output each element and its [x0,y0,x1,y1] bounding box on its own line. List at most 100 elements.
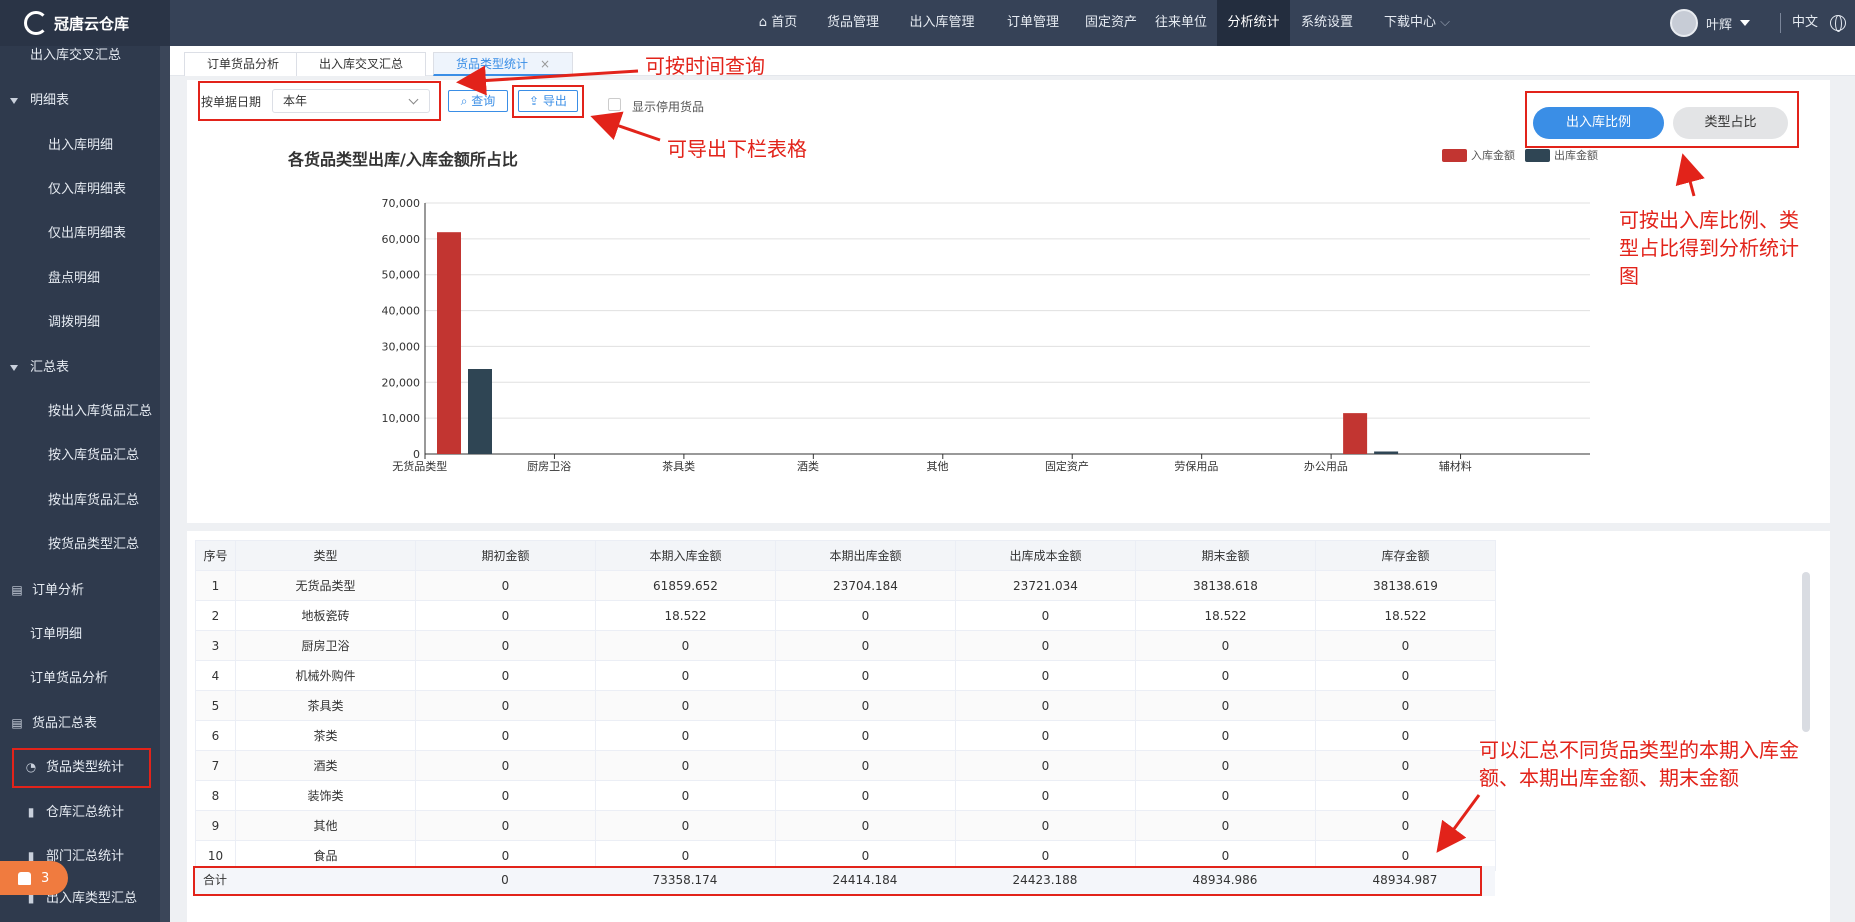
sidebar-item-13[interactable]: 订单明细 [0,617,160,653]
table-row[interactable]: 8 装饰类 0 0 0 0 0 0 [195,780,1496,811]
sidebar-item-17[interactable]: ▮ 仓库汇总统计 [0,794,160,830]
column-header[interactable]: 期末金额 [1135,540,1316,571]
table-cell: 0 [1135,720,1316,751]
caret-down-icon [10,364,18,371]
table-cell: 6 [195,720,236,751]
table-cell: 18.522 [1315,600,1496,631]
table-row[interactable]: 5 茶具类 0 0 0 0 0 0 [195,690,1496,721]
nav-item-1[interactable]: 货品管理 [818,0,888,46]
table-row[interactable]: 1 无货品类型 0 61859.652 23704.184 23721.034 38138.… [195,570,1496,601]
language-switch[interactable]: 中文 [1792,0,1818,46]
column-header[interactable]: 本期入库金额 [595,540,776,571]
table-cell: 0 [775,660,956,691]
table-cell: 0 [415,810,596,841]
annotation-box-active-menu [12,748,151,788]
sidebar-item-1[interactable]: 明细表 [0,83,160,119]
sidebar-item-3[interactable]: 仅入库明细表 [0,172,160,208]
sidebar-scrollbar[interactable] [160,46,170,922]
column-header[interactable]: 本期出库金额 [775,540,956,571]
show-disabled-label: 显示停用货品 [632,100,705,114]
x-tick-label: 酒类 [797,459,819,473]
legend-item-outbound[interactable]: 出库金额 [1525,147,1598,163]
sidebar-item-5[interactable]: 盘点明细 [0,261,160,297]
notification-count: 3 [41,870,50,886]
app-title: 冠唐云仓库 [54,14,130,33]
table-cell: 机械外购件 [235,660,416,691]
table-cell: 其他 [235,810,416,841]
user-menu[interactable]: 叶辉 [1670,0,1751,46]
x-tick-label: 固定资产 [1045,459,1089,473]
sidebar-item-0[interactable]: 出入库交叉汇总 [0,38,160,74]
nav-item-7[interactable]: 系统设置 [1292,0,1362,46]
table-cell: 0 [415,570,596,601]
y-tick-label: 50,000 [382,269,421,282]
show-disabled-checkbox[interactable] [608,98,621,111]
table-cell: 0 [955,750,1136,781]
nav-item-8[interactable]: 下载中心 ⌵ [1377,0,1457,46]
table-cell: 0 [775,690,956,721]
table-scrollbar[interactable] [1802,572,1810,732]
table-cell: 酒类 [235,750,416,781]
nav-item-5[interactable]: 往来单位 [1150,0,1212,46]
table-row[interactable]: 2 地板瓷砖 0 18.522 0 0 18.522 18.522 [195,600,1496,631]
nav-divider [1780,13,1781,33]
tab-order-goods-analysis[interactable]: 订单货品分析 [184,52,303,76]
document-icon: ▤ [11,716,23,730]
chart-legend[interactable]: 入库金额 出库金额 [1442,147,1608,163]
column-header[interactable]: 出库成本金额 [955,540,1136,571]
annotation-box-export [512,85,584,118]
table-cell: 4 [195,660,236,691]
sidebar-item-10[interactable]: 按出库货品汇总 [0,483,160,519]
sidebar-item-11[interactable]: 按货品类型汇总 [0,527,160,563]
nav-item-3[interactable]: 订单管理 [997,0,1069,46]
table-row[interactable]: 3 厨房卫浴 0 0 0 0 0 0 [195,630,1496,661]
sidebar-item-2[interactable]: 出入库明细 [0,128,160,164]
table-row[interactable]: 6 茶类 0 0 0 0 0 0 [195,720,1496,751]
table-cell: 38138.619 [1315,570,1496,601]
table-row[interactable]: 4 机械外购件 0 0 0 0 0 0 [195,660,1496,691]
column-header[interactable]: 序号 [195,540,236,571]
sidebar-item-7[interactable]: 汇总表 [0,350,160,386]
query-button[interactable]: ⌕ 查询 [448,90,508,112]
chart-title: 各货品类型出库/入库金额所占比 [288,150,518,169]
sidebar-item-9[interactable]: 按入库货品汇总 [0,438,160,474]
notification-badge[interactable]: 3 [0,861,68,895]
sidebar-item-12[interactable]: ▤ 订单分析 [0,572,160,608]
table-cell: 0 [1135,660,1316,691]
table-row[interactable]: 7 酒类 0 0 0 0 0 0 [195,750,1496,781]
tab-io-cross-summary[interactable]: 出入库交叉汇总 [296,52,427,76]
x-tick-label: 无货品类型 [392,459,447,473]
column-header[interactable]: 库存金额 [1315,540,1496,571]
sidebar-item-8[interactable]: 按出入库货品汇总 [0,394,160,430]
annotation-box-total [193,866,1482,896]
table-cell: 0 [1135,630,1316,661]
table-cell: 0 [1315,630,1496,661]
nav-item-4[interactable]: 固定资产 [1081,0,1141,46]
close-icon[interactable]: × [540,57,550,71]
annotation-box-date [198,81,441,121]
sidebar-item-6[interactable]: 调拨明细 [0,305,160,341]
x-tick-label: 劳保用品 [1174,459,1218,473]
table-cell: 1 [195,570,236,601]
nav-item-0[interactable]: ⌂ 首页 [748,0,808,46]
annotation-summary: 可以汇总不同货品类型的本期入库金 额、本期出库金额、期末金额 [1479,738,1799,790]
table-row[interactable]: 9 其他 0 0 0 0 0 0 [195,810,1496,841]
globe-icon[interactable] [1830,15,1846,32]
y-tick-label: 70,000 [382,197,421,210]
table-cell: 厨房卫浴 [235,630,416,661]
x-tick-label: 辅材料 [1439,459,1472,473]
sidebar-item-4[interactable]: 仅出库明细表 [0,216,160,252]
x-tick-label: 其他 [927,460,949,473]
sidebar-item-15[interactable]: ▤ 货品汇总表 [0,705,160,741]
sidebar-item-14[interactable]: 订单货品分析 [0,661,160,697]
table-cell: 0 [595,630,776,661]
column-header[interactable]: 类型 [235,540,416,571]
table-cell: 0 [955,780,1136,811]
tab-goods-type-stats[interactable]: 货品类型统计 × [433,52,574,76]
legend-item-inbound[interactable]: 入库金额 [1442,147,1515,163]
nav-item-6[interactable]: 分析统计 [1217,0,1290,46]
table-cell: 0 [595,810,776,841]
bar-chart-icon: ▮ [27,805,35,819]
nav-item-2[interactable]: 出入库管理 [899,0,985,46]
column-header[interactable]: 期初金额 [415,540,596,571]
